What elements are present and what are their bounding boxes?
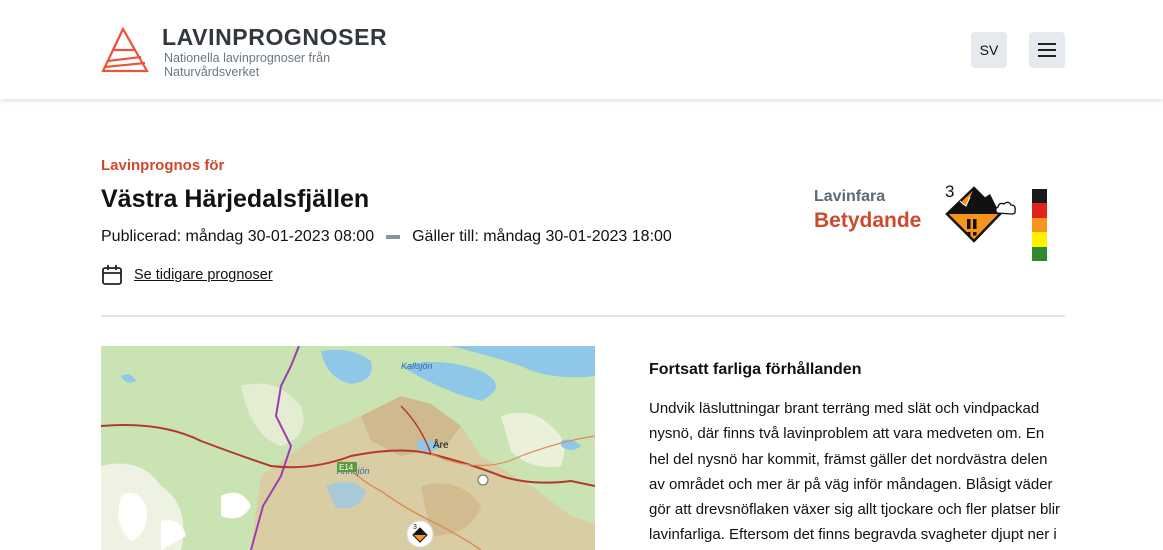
summary-title: Fortsatt farliga förhållanden: [649, 361, 862, 378]
map-label-road: E14: [339, 463, 354, 472]
valid-until-date: Gäller till: måndag 30-01-2023 18:00: [412, 228, 672, 245]
logo-title: LAVINPROGNOSER: [162, 24, 388, 50]
scale-level-3: [1032, 217, 1047, 233]
logo-subtitle: Nationella lavinprognoser från Naturvård…: [164, 51, 331, 79]
forecast-eyebrow: Lavinprognos för: [101, 157, 225, 174]
menu-button[interactable]: [1029, 32, 1065, 68]
forecast-map[interactable]: Kallsjön Åre Ånnsjön E14 3: [101, 346, 595, 550]
map-label-are: Åre: [433, 438, 449, 451]
forecast-dates: Publicerad: måndag 30-01-2023 08:00 Gäll…: [101, 228, 672, 246]
danger-scale: [1032, 189, 1047, 262]
danger-level-number: 3: [945, 182, 954, 201]
region-title: Västra Härjedalsfjällen: [101, 185, 370, 213]
site-header: LAVINPROGNOSER Nationella lavinprognoser…: [0, 0, 1163, 99]
section-divider: [101, 315, 1065, 317]
mountain-logo-icon: [101, 27, 149, 73]
scale-level-1: [1032, 246, 1047, 262]
language-button[interactable]: SV: [971, 32, 1007, 68]
map-canvas: Kallsjön Åre Ånnsjön E14 3: [101, 346, 595, 550]
scale-level-5: [1032, 189, 1047, 204]
summary-body: Undvik läsluttningar brant terräng med s…: [649, 400, 1061, 544]
scale-level-2: [1032, 232, 1047, 247]
map-marker-level: 3: [413, 524, 417, 531]
hamburger-icon: [1038, 43, 1056, 57]
danger-level-3-icon: 3: [945, 182, 1016, 243]
danger-level-name: Betydande: [814, 209, 922, 232]
calendar-icon: [102, 265, 122, 285]
map-label-kallsjon: Kallsjön: [401, 361, 433, 371]
published-date: Publicerad: måndag 30-01-2023 08:00: [101, 228, 375, 245]
date-separator: [386, 235, 401, 239]
danger-label: Lavinfara: [814, 188, 886, 205]
earlier-forecasts-label: Se tidigare prognoser: [134, 267, 273, 283]
scale-level-4: [1032, 203, 1047, 218]
language-label: SV: [979, 42, 999, 58]
earlier-forecasts-link[interactable]: Se tidigare prognoser: [101, 264, 273, 286]
